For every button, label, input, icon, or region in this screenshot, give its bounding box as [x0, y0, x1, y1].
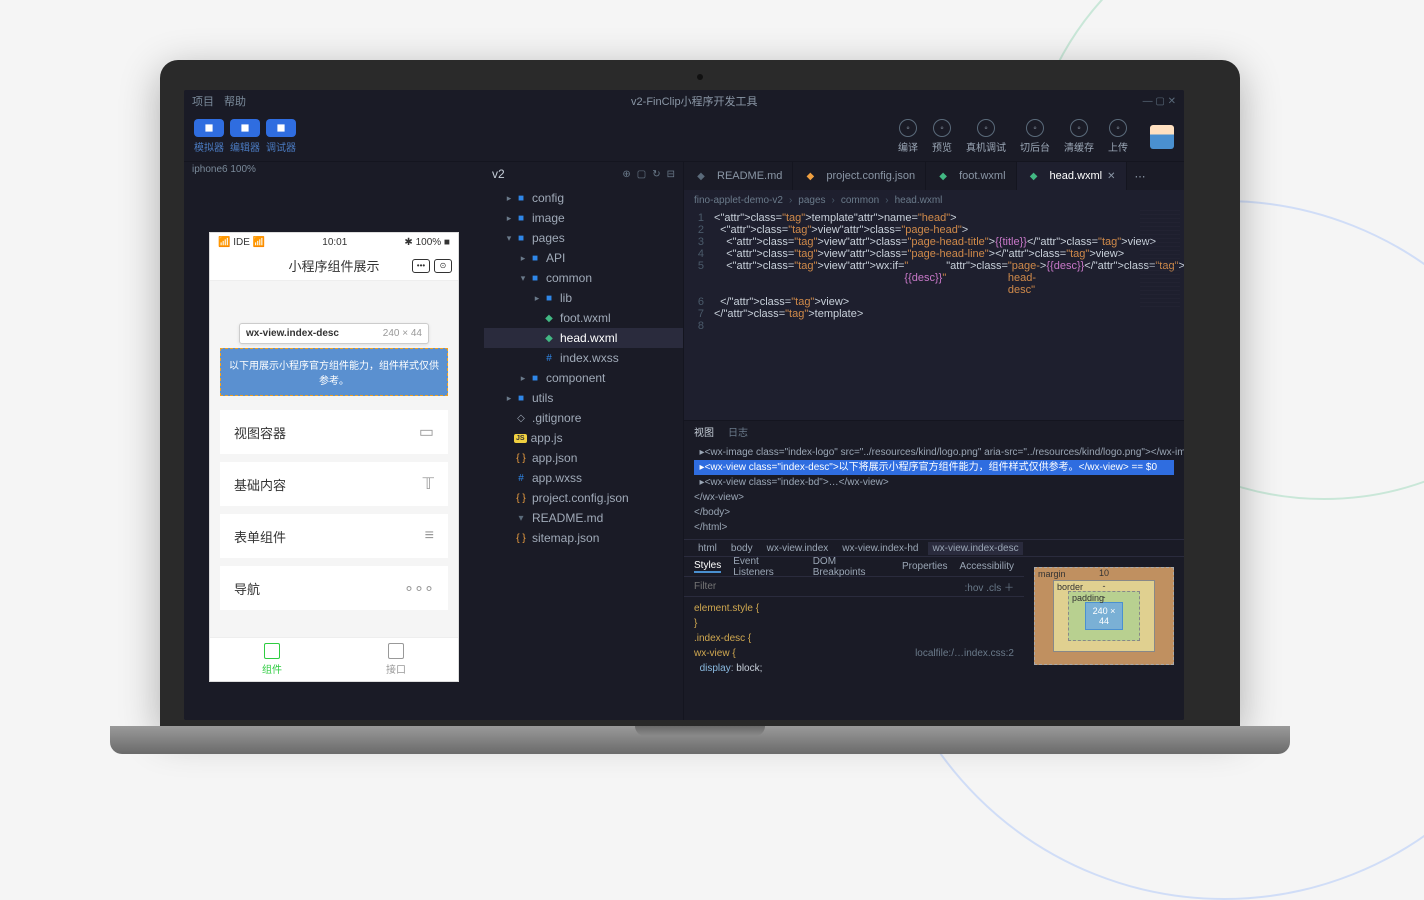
dom-node[interactable]: </wx-view>: [694, 490, 1174, 505]
device-status: iphone6 100%: [184, 162, 484, 182]
toolbar-mode-button[interactable]: 模拟器: [194, 119, 224, 154]
devtools-tab-log[interactable]: 日志: [728, 424, 748, 439]
tree-folder[interactable]: ▸■image: [484, 208, 683, 228]
toolbar-action-上传[interactable]: ◦上传: [1108, 119, 1128, 154]
collapse-icon[interactable]: ⊟: [667, 169, 675, 180]
camera-dot: [697, 74, 703, 80]
phone-tab[interactable]: 接口: [334, 638, 458, 681]
breadcrumb-segment[interactable]: head.wxml: [895, 195, 943, 206]
breadcrumb-segment[interactable]: fino-applet-demo-v2: [694, 195, 783, 206]
toolbar-action-预览[interactable]: ◦预览: [932, 119, 952, 154]
css-rule[interactable]: .index-desc {</span><br>&nbsp;&nbsp;<spa…: [694, 631, 1014, 646]
crumb[interactable]: body: [727, 542, 757, 555]
dom-node[interactable]: </html>: [694, 520, 1174, 535]
list-item[interactable]: 视图容器▭: [220, 410, 448, 454]
tab-overflow-icon[interactable]: ⋯: [1127, 162, 1154, 190]
tree-file[interactable]: { }sitemap.json: [484, 528, 683, 548]
toolbar-action-真机调试[interactable]: ◦真机调试: [966, 119, 1006, 154]
tree-file[interactable]: ◇.gitignore: [484, 408, 683, 428]
styles-tab[interactable]: Styles: [694, 560, 721, 573]
tree-file[interactable]: ◆head.wxml: [484, 328, 683, 348]
tree-file[interactable]: JSapp.js: [484, 428, 683, 448]
toolbar-mode-button[interactable]: 编辑器: [230, 119, 260, 154]
tree-folder[interactable]: ▸■lib: [484, 288, 683, 308]
list-item[interactable]: 基础内容𝕋: [220, 462, 448, 506]
tree-file[interactable]: { }project.config.json: [484, 488, 683, 508]
crumb[interactable]: html: [694, 542, 721, 555]
new-folder-icon[interactable]: ▢: [637, 169, 646, 180]
window-controls[interactable]: — ▢ ✕: [1143, 96, 1176, 107]
phone-tab[interactable]: 组件: [210, 638, 334, 681]
editor-tab[interactable]: ◆README.md: [684, 162, 793, 190]
crumb[interactable]: wx-view.index-desc: [928, 542, 1022, 555]
css-rule[interactable]: element.style {}: [694, 601, 1014, 631]
tree-folder[interactable]: ▸■config: [484, 188, 683, 208]
tree-file[interactable]: ▾README.md: [484, 508, 683, 528]
hov-toggle[interactable]: :hov .cls ＋: [965, 579, 1014, 594]
refresh-icon[interactable]: ↻: [652, 169, 660, 180]
tree-folder[interactable]: ▸■utils: [484, 388, 683, 408]
editor-tab[interactable]: ◆foot.wxml: [926, 162, 1016, 190]
crumb[interactable]: wx-view.index: [763, 542, 833, 555]
css-rule[interactable]: wx-view {localfile:/…index.css:2 display…: [694, 646, 1014, 676]
minimap[interactable]: [1140, 210, 1180, 310]
window-title: v2-FinClip小程序开发工具: [246, 93, 1143, 109]
laptop-frame: 项目 帮助 v2-FinClip小程序开发工具 — ▢ ✕ 模拟器编辑器调试器 …: [160, 60, 1240, 754]
phone-preview: 📶 IDE 📶 10:01 ✱ 100% ■ 小程序组件展示 ••• ⊙: [209, 232, 459, 682]
tree-folder[interactable]: ▾■common: [484, 268, 683, 288]
list-item[interactable]: 导航∘∘∘: [220, 566, 448, 610]
file-explorer: v2 ⊕ ▢ ↻ ⊟ ▸■config▸■image▾■pages▸■API▾■…: [484, 162, 684, 720]
close-icon[interactable]: ✕: [1107, 171, 1115, 182]
styles-tab[interactable]: DOM Breakpoints: [813, 556, 890, 578]
dom-node[interactable]: ▸<wx-view class="index-desc">以下将展示小程序官方组…: [694, 460, 1174, 475]
dom-node[interactable]: ▸<wx-image class="index-logo" src="../re…: [694, 445, 1174, 460]
editor-panel: ◆README.md◆project.config.json◆foot.wxml…: [684, 162, 1184, 720]
tree-file[interactable]: #index.wxss: [484, 348, 683, 368]
styles-tab[interactable]: Properties: [902, 561, 948, 572]
editor-tab[interactable]: ◆project.config.json: [793, 162, 926, 190]
dom-node[interactable]: </body>: [694, 505, 1174, 520]
styles-tab[interactable]: Event Listeners: [733, 556, 800, 578]
tree-folder[interactable]: ▸■API: [484, 248, 683, 268]
tree-file[interactable]: { }app.json: [484, 448, 683, 468]
avatar[interactable]: [1150, 125, 1174, 149]
capsule-close-icon[interactable]: ⊙: [434, 259, 452, 273]
crumb[interactable]: wx-view.index-hd: [838, 542, 922, 555]
highlighted-element: 以下用展示小程序官方组件能力，组件样式仅供参考。: [220, 348, 448, 396]
tree-folder[interactable]: ▸■component: [484, 368, 683, 388]
project-root[interactable]: v2: [492, 167, 505, 181]
box-model: margin 10 border- padding- 240 × 44: [1024, 557, 1184, 720]
menu-help[interactable]: 帮助: [224, 93, 246, 109]
app-screen: 项目 帮助 v2-FinClip小程序开发工具 — ▢ ✕ 模拟器编辑器调试器 …: [184, 90, 1184, 720]
styles-filter-input[interactable]: [694, 581, 965, 592]
simulator-panel: iphone6 100% 📶 IDE 📶 10:01 ✱ 100% ■ 小程序组…: [184, 162, 484, 720]
list-item[interactable]: 表单组件≡: [220, 514, 448, 558]
devtools-panel: 视图 日志 ▸<wx-image class="index-logo" src=…: [684, 420, 1184, 720]
editor-tab[interactable]: ◆head.wxml✕: [1017, 162, 1127, 190]
breadcrumb-segment[interactable]: common: [841, 195, 879, 206]
capsule-menu-icon[interactable]: •••: [412, 259, 430, 273]
phone-nav-title: 小程序组件展示: [288, 256, 379, 275]
styles-tab[interactable]: Accessibility: [960, 561, 1014, 572]
toolbar-action-清缓存[interactable]: ◦清缓存: [1064, 119, 1094, 154]
new-file-icon[interactable]: ⊕: [622, 169, 630, 180]
tree-file[interactable]: #app.wxss: [484, 468, 683, 488]
dom-node[interactable]: ▸<wx-view class="index-bd">…</wx-view>: [694, 475, 1174, 490]
devtools-tab-view[interactable]: 视图: [694, 424, 714, 439]
phone-statusbar: 📶 IDE 📶 10:01 ✱ 100% ■: [210, 233, 458, 251]
tree-file[interactable]: ◆foot.wxml: [484, 308, 683, 328]
menubar: 项目 帮助 v2-FinClip小程序开发工具 — ▢ ✕: [184, 90, 1184, 112]
breadcrumb-segment[interactable]: pages: [798, 195, 825, 206]
inspector-tooltip: wx-view.index-desc 240 × 44: [239, 323, 429, 344]
toolbar: 模拟器编辑器调试器 ◦编译 ◦预览 ◦真机调试 ◦切后台 ◦清缓存 ◦上传: [184, 112, 1184, 162]
menu-project[interactable]: 项目: [192, 93, 214, 109]
tree-folder[interactable]: ▾■pages: [484, 228, 683, 248]
toolbar-action-编译[interactable]: ◦编译: [898, 119, 918, 154]
toolbar-mode-button[interactable]: 调试器: [266, 119, 296, 154]
toolbar-action-切后台[interactable]: ◦切后台: [1020, 119, 1050, 154]
